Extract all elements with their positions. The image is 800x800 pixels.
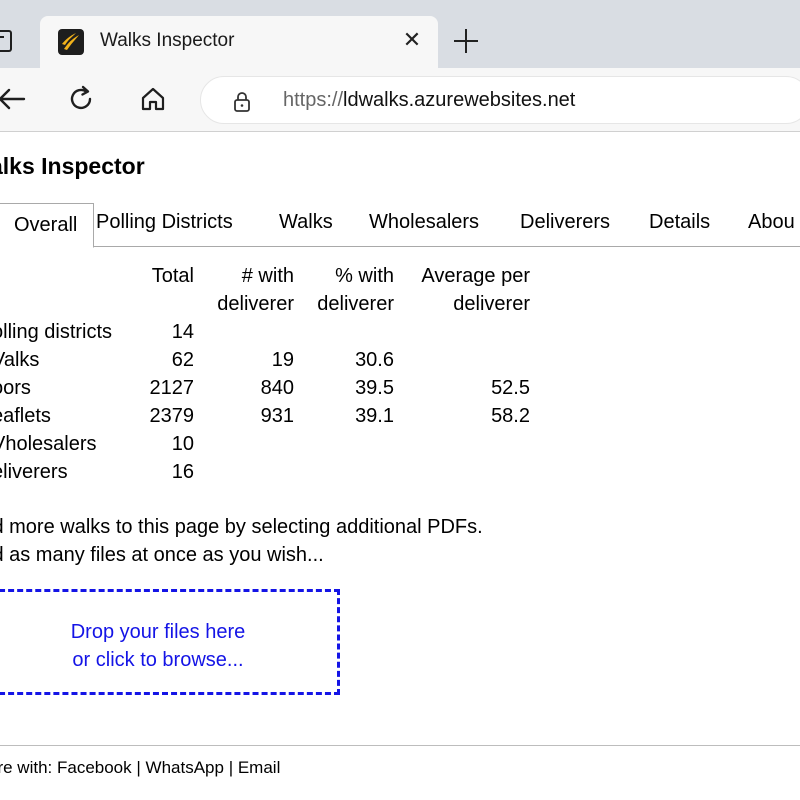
table-row: Valks 62 19 30.6 bbox=[0, 349, 552, 377]
header-avg-2: deliverer bbox=[453, 293, 530, 315]
tab-actions-icon[interactable] bbox=[0, 30, 12, 52]
header-total: Total bbox=[151, 265, 194, 287]
footer-divider bbox=[0, 745, 800, 746]
lock-icon[interactable] bbox=[231, 91, 253, 113]
share-facebook-link[interactable]: Facebook bbox=[57, 758, 132, 777]
row-label: olling districts bbox=[0, 321, 113, 343]
stats-header-row-2: deliverer deliverer deliverer bbox=[0, 293, 552, 321]
walks-logo-icon bbox=[58, 29, 84, 55]
row-with: 931 bbox=[260, 405, 294, 427]
tab-about[interactable]: Abou bbox=[748, 211, 795, 234]
row-total: 10 bbox=[171, 433, 194, 455]
header-with-2: deliverer bbox=[217, 293, 294, 315]
help-line-1: ld more walks to this page by selecting … bbox=[0, 516, 483, 538]
row-total: 2127 bbox=[149, 377, 195, 399]
home-icon[interactable] bbox=[136, 82, 170, 116]
row-with: 840 bbox=[260, 377, 294, 399]
share-whatsapp-link[interactable]: WhatsApp bbox=[146, 758, 224, 777]
browser-tab-strip: Walks Inspector ✕ bbox=[0, 0, 800, 68]
table-row: Vholesalers 10 bbox=[0, 433, 552, 461]
dropzone-text: Drop your files here or click to browse.… bbox=[0, 618, 323, 674]
address-bar[interactable]: https://ldwalks.azurewebsites.net bbox=[200, 76, 800, 124]
file-dropzone[interactable]: Drop your files here or click to browse.… bbox=[0, 589, 340, 695]
share-prefix: are with: bbox=[0, 758, 53, 777]
table-row: oors 2127 840 39.5 52.5 bbox=[0, 377, 552, 405]
dropzone-line-1: Drop your files here bbox=[70, 621, 246, 643]
share-separator: | bbox=[223, 758, 238, 777]
dropzone-line-2: or click to browse... bbox=[72, 649, 244, 671]
browser-tab-title: Walks Inspector bbox=[100, 30, 235, 51]
new-tab-plus-icon[interactable] bbox=[452, 27, 480, 55]
page-tabs: Overall Polling Districts Walks Wholesal… bbox=[0, 203, 800, 248]
tab-wholesalers[interactable]: Wholesalers bbox=[369, 211, 479, 234]
share-footer: are with: Facebook | WhatsApp | Email bbox=[0, 758, 280, 778]
header-with-1: # with bbox=[241, 265, 294, 287]
stats-header-row-1: Total # with % with Average per bbox=[0, 265, 552, 293]
browser-toolbar: https://ldwalks.azurewebsites.net bbox=[0, 68, 800, 132]
row-label: Valks bbox=[0, 349, 40, 371]
url-scheme: https:// bbox=[283, 89, 344, 111]
header-pct-2: deliverer bbox=[317, 293, 394, 315]
row-total: 2379 bbox=[149, 405, 195, 427]
row-label: eaflets bbox=[0, 405, 51, 427]
row-total: 14 bbox=[171, 321, 194, 343]
help-text: ld more walks to this page by selecting … bbox=[0, 513, 483, 569]
tab-polling-districts[interactable]: Polling Districts bbox=[96, 211, 233, 234]
row-total: 16 bbox=[171, 461, 194, 483]
help-line-2: ld as many files at once as you wish... bbox=[0, 544, 324, 566]
row-pct: 39.5 bbox=[355, 377, 394, 399]
row-with: 19 bbox=[271, 349, 294, 371]
row-total: 62 bbox=[171, 349, 194, 371]
back-arrow-icon[interactable] bbox=[0, 82, 28, 116]
tab-overall[interactable]: Overall bbox=[0, 203, 95, 248]
row-pct: 39.1 bbox=[355, 405, 394, 427]
url-text[interactable]: https://ldwalks.azurewebsites.net bbox=[283, 89, 575, 112]
table-row: olling districts 14 bbox=[0, 321, 552, 349]
row-label: oors bbox=[0, 377, 31, 399]
page-title: alks Inspector bbox=[0, 153, 145, 179]
refresh-icon[interactable] bbox=[64, 82, 98, 116]
close-tab-icon[interactable]: ✕ bbox=[400, 28, 424, 52]
page-content: alks Inspector Overall Polling Districts… bbox=[0, 133, 800, 800]
share-email-link[interactable]: Email bbox=[238, 758, 281, 777]
tab-deliverers[interactable]: Deliverers bbox=[520, 211, 610, 234]
url-host: ldwalks.azurewebsites.net bbox=[343, 89, 576, 111]
row-label: Vholesalers bbox=[0, 433, 97, 455]
share-separator: | bbox=[131, 758, 146, 777]
header-avg-1: Average per bbox=[421, 265, 530, 287]
row-pct: 30.6 bbox=[355, 349, 394, 371]
browser-tab[interactable]: Walks Inspector ✕ bbox=[40, 16, 438, 68]
table-row: eliverers 16 bbox=[0, 461, 552, 489]
row-avg: 52.5 bbox=[491, 377, 530, 399]
header-pct-1: % with bbox=[335, 265, 394, 287]
row-avg: 58.2 bbox=[491, 405, 530, 427]
row-label: eliverers bbox=[0, 461, 68, 483]
tab-details[interactable]: Details bbox=[649, 211, 710, 234]
table-row: eaflets 2379 931 39.1 58.2 bbox=[0, 405, 552, 433]
tab-walks[interactable]: Walks bbox=[279, 211, 333, 234]
